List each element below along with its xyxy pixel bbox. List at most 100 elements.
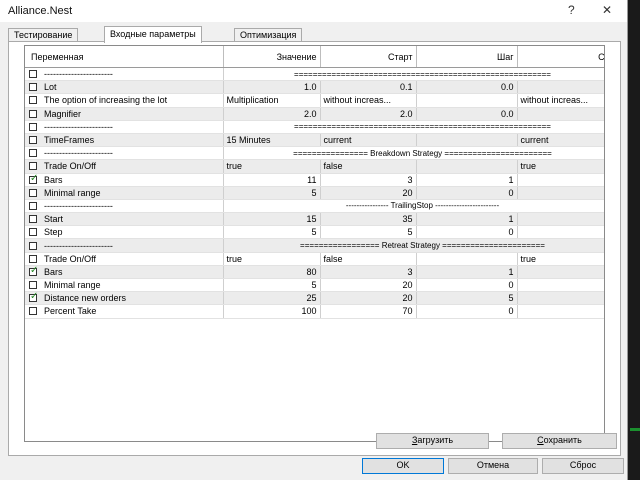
separator-value[interactable]: ================ Breakdown Strategy ====… bbox=[223, 146, 604, 161]
optimize-checkbox[interactable] bbox=[29, 188, 37, 197]
param-start-cell[interactable]: 35 bbox=[320, 212, 417, 227]
optimize-checkbox[interactable] bbox=[29, 201, 37, 210]
param-step-cell[interactable]: 0 bbox=[416, 304, 518, 319]
optimize-checkbox[interactable] bbox=[29, 162, 37, 171]
optimize-checkbox[interactable] bbox=[29, 70, 37, 79]
param-stop-cell[interactable]: 100 bbox=[517, 173, 604, 187]
table-row[interactable]: TimeFrames 15 Minutes current current bbox=[25, 133, 604, 148]
optimize-checkbox[interactable] bbox=[29, 96, 37, 105]
optimize-checkbox[interactable] bbox=[29, 307, 37, 316]
separator-value[interactable]: ================= Retreat Strategy =====… bbox=[223, 238, 604, 253]
optimize-checkbox[interactable] bbox=[29, 215, 37, 224]
table-row[interactable]: Trade On/Off true false true bbox=[25, 159, 604, 174]
col-header-step[interactable]: Шаг bbox=[416, 46, 518, 68]
tab-testing[interactable]: Тестирование bbox=[8, 28, 79, 42]
param-stop-cell[interactable]: current bbox=[517, 133, 604, 148]
table-row[interactable]: Magnifier2.02.00.00.0 bbox=[25, 107, 604, 121]
param-step-cell[interactable]: 1 bbox=[416, 212, 518, 227]
optimize-checkbox[interactable] bbox=[29, 292, 38, 303]
param-value-cell[interactable]: 100 bbox=[223, 304, 321, 319]
param-stop-cell[interactable]: without increas... bbox=[517, 93, 604, 108]
param-start-cell[interactable]: 0.1 bbox=[320, 80, 417, 95]
param-stop-cell[interactable]: 100 bbox=[517, 265, 604, 280]
param-stop-cell[interactable]: true bbox=[517, 252, 604, 266]
table-row[interactable]: Percent Take1007000 bbox=[25, 304, 604, 319]
table-row[interactable]: Start 1535140 bbox=[25, 212, 604, 227]
table-row[interactable]: Minimal range52000 bbox=[25, 278, 604, 293]
param-value-cell[interactable]: true bbox=[223, 159, 321, 174]
param-stop-cell[interactable]: 50 bbox=[517, 291, 604, 306]
table-row[interactable]: Minimal range52000 bbox=[25, 186, 604, 200]
param-step-cell[interactable]: 0.0 bbox=[416, 80, 518, 95]
param-value-cell[interactable]: 11 bbox=[223, 173, 321, 187]
param-start-cell[interactable]: 3 bbox=[320, 265, 417, 280]
param-value-cell[interactable]: true bbox=[223, 252, 321, 266]
table-row[interactable]: Distance new orders 2520550 bbox=[25, 291, 604, 306]
col-header-start[interactable]: Старт bbox=[320, 46, 417, 68]
table-row[interactable]: Bars 8031100 bbox=[25, 265, 604, 280]
param-start-cell[interactable]: false bbox=[320, 252, 417, 266]
optimize-checkbox[interactable] bbox=[29, 254, 37, 263]
table-row[interactable]: ----------------------- =================… bbox=[25, 120, 604, 134]
help-icon[interactable]: ? bbox=[568, 3, 575, 17]
param-stop-cell[interactable]: 0 bbox=[517, 278, 604, 293]
param-value-cell[interactable]: 5 bbox=[223, 186, 321, 200]
param-step-cell[interactable] bbox=[416, 252, 518, 266]
col-header-variable[interactable]: Переменная bbox=[25, 46, 224, 68]
param-value-cell[interactable]: 1.0 bbox=[223, 80, 321, 95]
tab-optimization[interactable]: Оптимизация bbox=[234, 28, 303, 42]
optimize-checkbox[interactable] bbox=[29, 281, 37, 290]
table-row[interactable]: ----------------------- =================… bbox=[25, 67, 604, 82]
optimize-checkbox[interactable] bbox=[29, 228, 37, 237]
param-value-cell[interactable]: 5 bbox=[223, 278, 321, 293]
optimize-checkbox[interactable] bbox=[29, 149, 37, 158]
separator-value[interactable]: ---------------- TrailingStop ----------… bbox=[223, 199, 604, 214]
table-row[interactable]: Bars 1131100 bbox=[25, 173, 604, 187]
param-stop-cell[interactable]: 0 bbox=[517, 225, 604, 240]
param-start-cell[interactable]: without increas... bbox=[320, 93, 417, 108]
table-row[interactable]: ----------------------- ================ … bbox=[25, 146, 604, 161]
optimize-checkbox[interactable] bbox=[29, 122, 37, 131]
table-row[interactable]: Lot1.00.10.00.0 bbox=[25, 80, 604, 95]
param-start-cell[interactable]: 2.0 bbox=[320, 107, 417, 121]
param-step-cell[interactable]: 0.0 bbox=[416, 107, 518, 121]
param-value-cell[interactable]: 15 Minutes bbox=[223, 133, 321, 148]
param-stop-cell[interactable]: 0.0 bbox=[517, 107, 604, 121]
param-value-cell[interactable]: 5 bbox=[223, 225, 321, 240]
param-step-cell[interactable]: 0 bbox=[416, 225, 518, 240]
param-step-cell[interactable]: 1 bbox=[416, 173, 518, 187]
table-row[interactable]: Step5500 bbox=[25, 225, 604, 240]
param-value-cell[interactable]: 15 bbox=[223, 212, 321, 227]
optimize-checkbox[interactable] bbox=[29, 241, 37, 250]
param-stop-cell[interactable]: 40 bbox=[517, 212, 604, 227]
close-icon[interactable]: ✕ bbox=[602, 3, 612, 17]
table-row[interactable]: The option of increasing the lot Multipli… bbox=[25, 93, 604, 108]
param-value-cell[interactable]: 80 bbox=[223, 265, 321, 280]
table-row[interactable]: Trade On/Off true false true bbox=[25, 252, 604, 266]
param-start-cell[interactable]: current bbox=[320, 133, 417, 148]
optimize-checkbox[interactable] bbox=[29, 173, 38, 184]
optimize-checkbox[interactable] bbox=[29, 83, 37, 92]
reset-button[interactable]: Сброс bbox=[542, 458, 624, 474]
param-start-cell[interactable]: 20 bbox=[320, 278, 417, 293]
param-step-cell[interactable]: 1 bbox=[416, 265, 518, 280]
optimize-checkbox[interactable] bbox=[29, 109, 37, 118]
col-header-value[interactable]: Значение bbox=[223, 46, 321, 68]
param-step-cell[interactable]: 0 bbox=[416, 186, 518, 200]
ok-button[interactable]: OK bbox=[362, 458, 444, 474]
param-step-cell[interactable]: 5 bbox=[416, 291, 518, 306]
param-stop-cell[interactable]: 0 bbox=[517, 304, 604, 319]
param-start-cell[interactable]: 20 bbox=[320, 291, 417, 306]
optimize-checkbox[interactable] bbox=[29, 265, 38, 276]
separator-value[interactable]: ========================================… bbox=[223, 120, 604, 134]
save-button[interactable]: Сохранить bbox=[502, 433, 617, 449]
param-stop-cell[interactable]: 0.0 bbox=[517, 80, 604, 95]
param-step-cell[interactable]: 0 bbox=[416, 278, 518, 293]
param-start-cell[interactable]: 70 bbox=[320, 304, 417, 319]
optimize-checkbox[interactable] bbox=[29, 136, 37, 145]
param-stop-cell[interactable]: 0 bbox=[517, 186, 604, 200]
tab-input-params[interactable]: Входные параметры bbox=[104, 26, 202, 43]
param-value-cell[interactable]: 25 bbox=[223, 291, 321, 306]
cancel-button[interactable]: Отмена bbox=[448, 458, 538, 474]
param-start-cell[interactable]: 5 bbox=[320, 225, 417, 240]
